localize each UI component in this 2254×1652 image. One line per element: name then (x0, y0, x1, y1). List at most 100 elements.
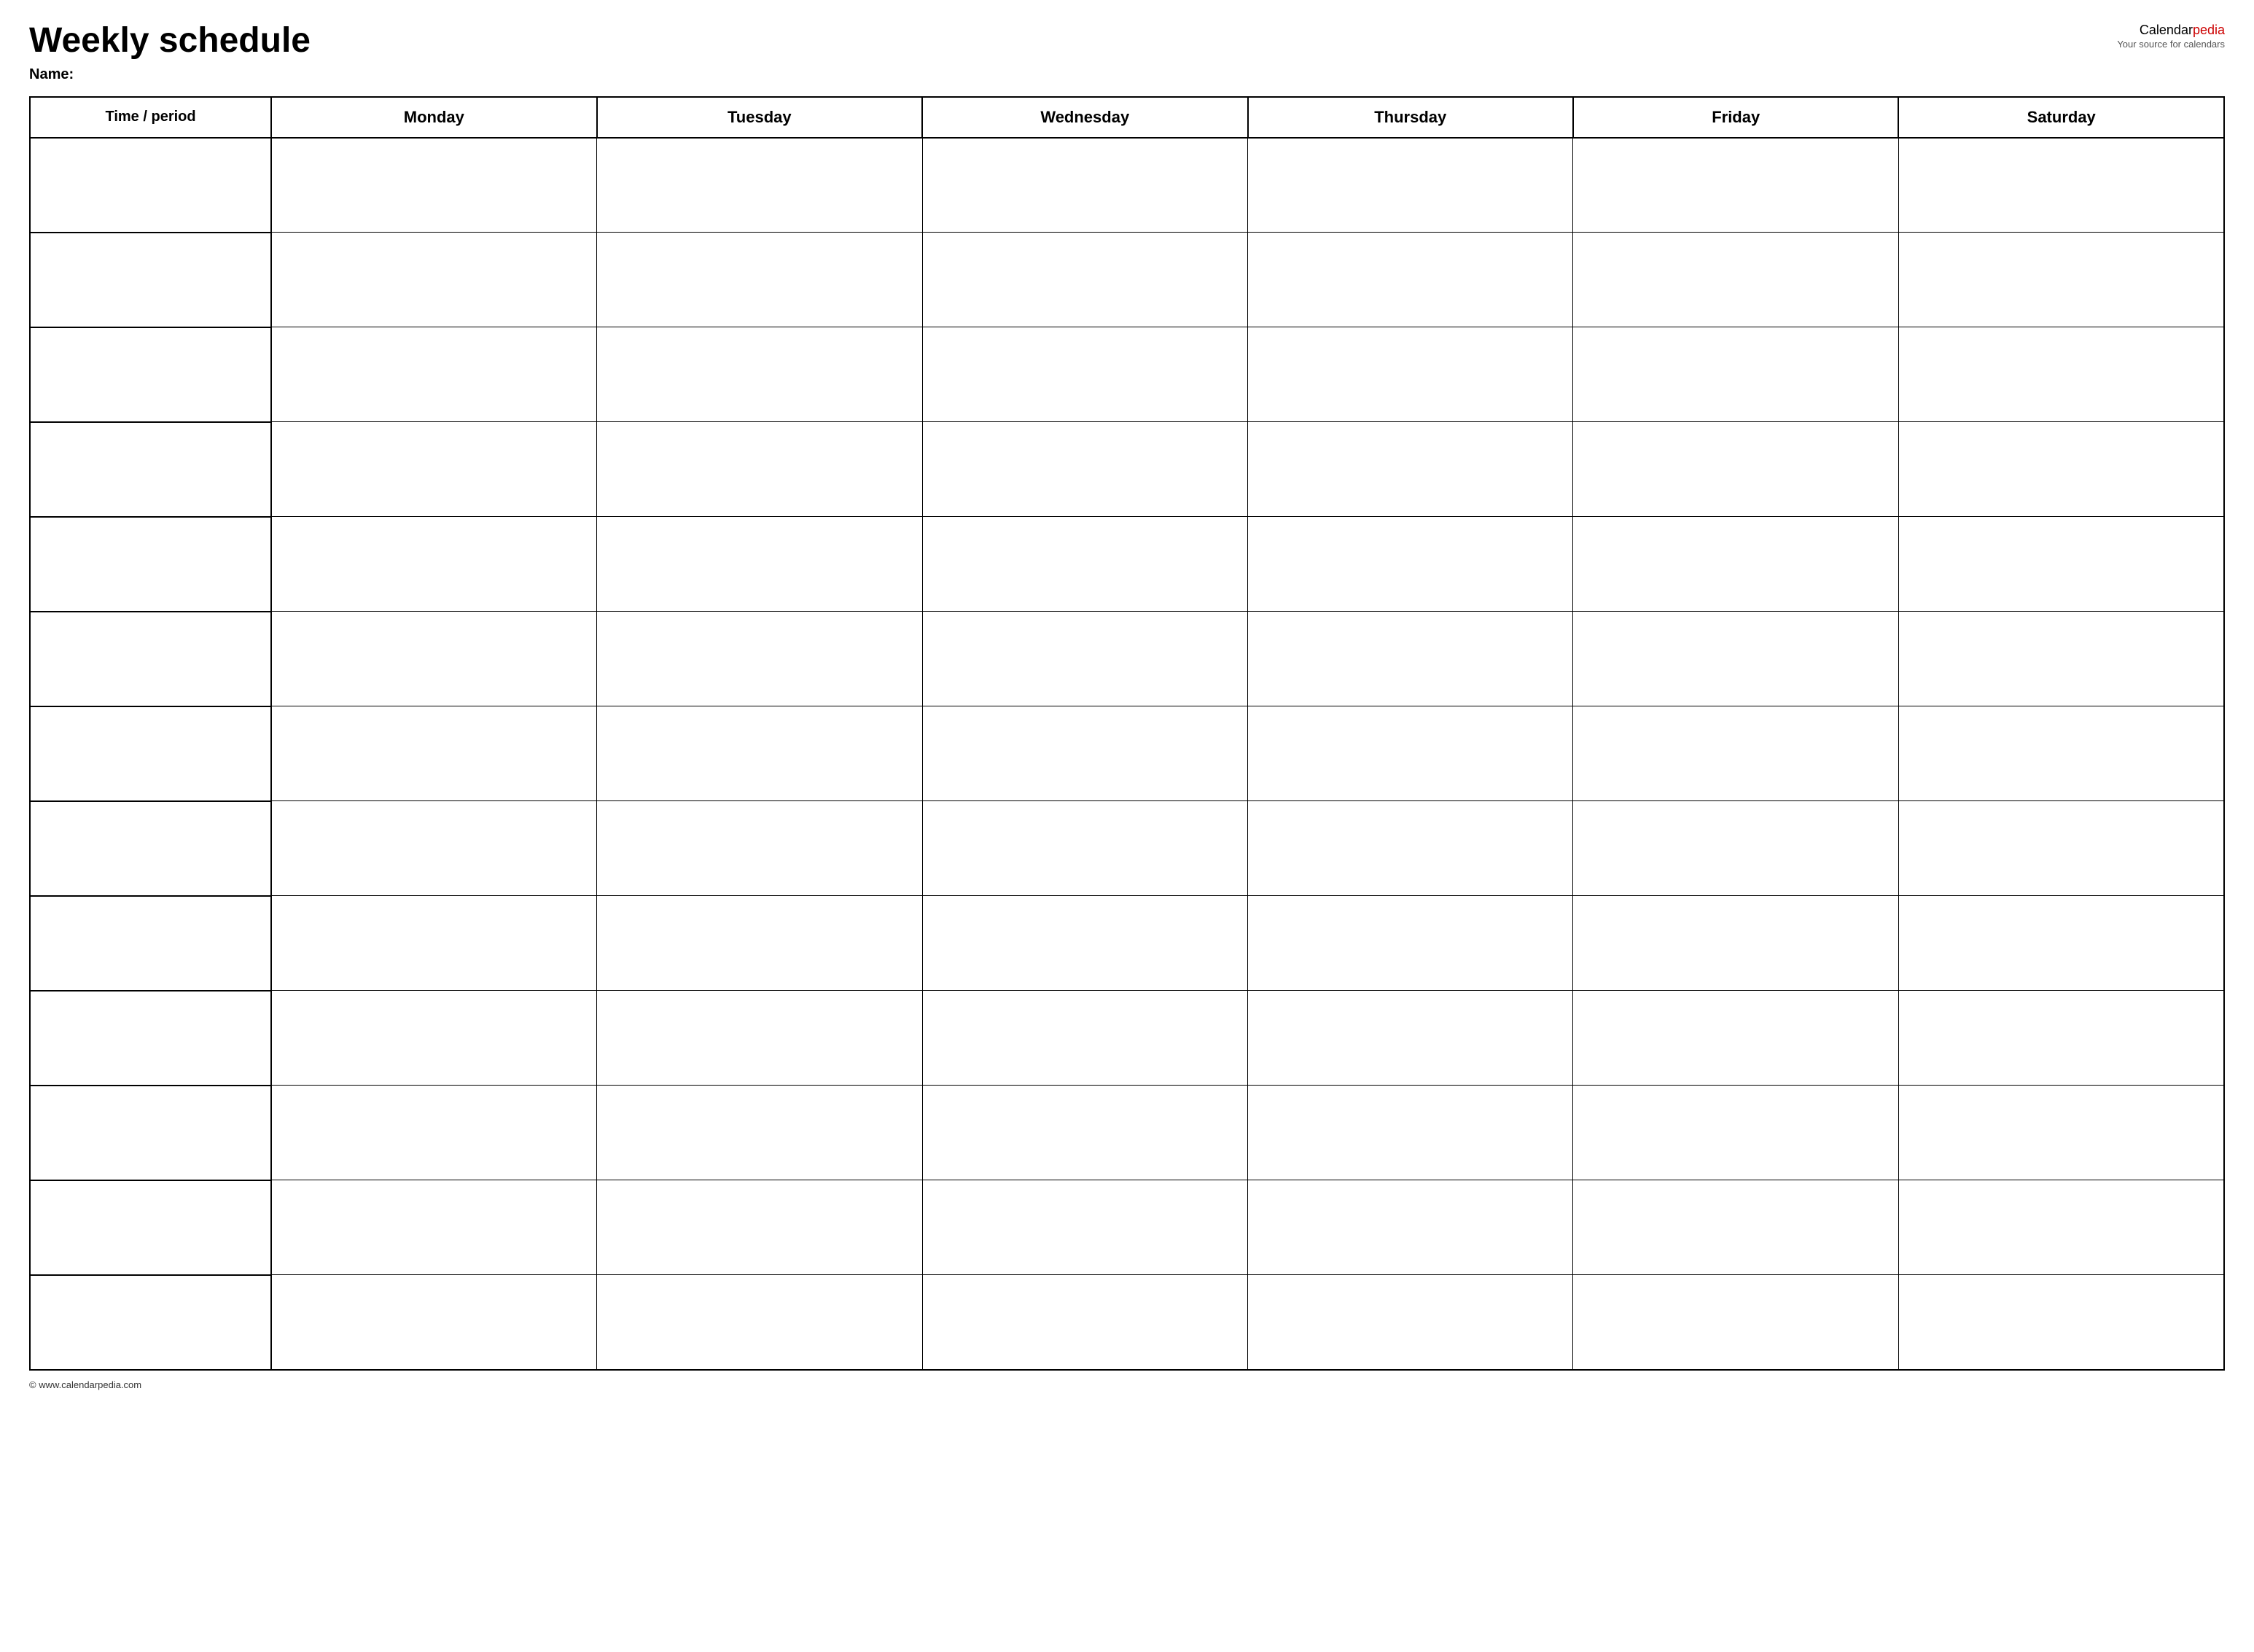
day-cell[interactable] (922, 1180, 1247, 1275)
day-cell[interactable] (597, 896, 922, 991)
table-row (30, 517, 2224, 612)
day-cell[interactable] (1248, 517, 1573, 612)
day-cell[interactable] (1573, 138, 1898, 233)
day-cell[interactable] (1248, 991, 1573, 1086)
table-row (30, 706, 2224, 801)
day-cell[interactable] (1898, 233, 2224, 327)
schedule-body (30, 138, 2224, 1370)
day-cell[interactable] (271, 1180, 596, 1275)
time-cell[interactable] (30, 1086, 271, 1180)
day-cell[interactable] (271, 327, 596, 422)
day-cell[interactable] (1573, 233, 1898, 327)
day-cell[interactable] (597, 1180, 922, 1275)
day-cell[interactable] (597, 327, 922, 422)
time-cell[interactable] (30, 138, 271, 233)
day-cell[interactable] (271, 517, 596, 612)
day-cell[interactable] (1573, 991, 1898, 1086)
col-header-time: Time / period (30, 97, 271, 138)
day-cell[interactable] (271, 1275, 596, 1370)
page-title: Weekly schedule (29, 22, 311, 61)
day-cell[interactable] (1248, 233, 1573, 327)
time-cell[interactable] (30, 233, 271, 327)
day-cell[interactable] (1573, 612, 1898, 706)
day-cell[interactable] (271, 991, 596, 1086)
day-cell[interactable] (922, 517, 1247, 612)
day-cell[interactable] (1248, 801, 1573, 896)
day-cell[interactable] (1573, 896, 1898, 991)
time-cell[interactable] (30, 991, 271, 1086)
day-cell[interactable] (271, 612, 596, 706)
day-cell[interactable] (597, 233, 922, 327)
day-cell[interactable] (271, 706, 596, 801)
col-header-tuesday: Tuesday (597, 97, 922, 138)
day-cell[interactable] (1248, 706, 1573, 801)
day-cell[interactable] (271, 422, 596, 517)
day-cell[interactable] (1898, 422, 2224, 517)
day-cell[interactable] (271, 138, 596, 233)
day-cell[interactable] (922, 138, 1247, 233)
day-cell[interactable] (1248, 1086, 1573, 1180)
day-cell[interactable] (1898, 706, 2224, 801)
day-cell[interactable] (597, 517, 922, 612)
day-cell[interactable] (1573, 801, 1898, 896)
time-cell[interactable] (30, 1180, 271, 1275)
day-cell[interactable] (1898, 1275, 2224, 1370)
day-cell[interactable] (597, 706, 922, 801)
day-cell[interactable] (922, 612, 1247, 706)
day-cell[interactable] (597, 1275, 922, 1370)
day-cell[interactable] (1248, 1180, 1573, 1275)
time-cell[interactable] (30, 612, 271, 706)
day-cell[interactable] (922, 1275, 1247, 1370)
day-cell[interactable] (1573, 422, 1898, 517)
day-cell[interactable] (1898, 517, 2224, 612)
day-cell[interactable] (922, 801, 1247, 896)
day-cell[interactable] (597, 422, 922, 517)
day-cell[interactable] (1573, 1275, 1898, 1370)
col-header-thursday: Thursday (1248, 97, 1573, 138)
day-cell[interactable] (1898, 612, 2224, 706)
day-cell[interactable] (1898, 991, 2224, 1086)
day-cell[interactable] (1248, 138, 1573, 233)
day-cell[interactable] (1898, 138, 2224, 233)
day-cell[interactable] (1898, 1180, 2224, 1275)
day-cell[interactable] (922, 991, 1247, 1086)
time-cell[interactable] (30, 706, 271, 801)
day-cell[interactable] (271, 801, 596, 896)
day-cell[interactable] (922, 1086, 1247, 1180)
day-cell[interactable] (1248, 422, 1573, 517)
day-cell[interactable] (922, 896, 1247, 991)
day-cell[interactable] (1573, 706, 1898, 801)
time-cell[interactable] (30, 327, 271, 422)
day-cell[interactable] (1898, 801, 2224, 896)
day-cell[interactable] (1573, 517, 1898, 612)
day-cell[interactable] (922, 233, 1247, 327)
table-row (30, 1180, 2224, 1275)
day-cell[interactable] (271, 233, 596, 327)
day-cell[interactable] (1573, 1180, 1898, 1275)
table-row (30, 138, 2224, 233)
day-cell[interactable] (922, 327, 1247, 422)
day-cell[interactable] (597, 612, 922, 706)
day-cell[interactable] (1898, 1086, 2224, 1180)
time-cell[interactable] (30, 517, 271, 612)
time-cell[interactable] (30, 801, 271, 896)
day-cell[interactable] (1573, 1086, 1898, 1180)
day-cell[interactable] (597, 801, 922, 896)
day-cell[interactable] (1898, 896, 2224, 991)
day-cell[interactable] (597, 991, 922, 1086)
day-cell[interactable] (1898, 327, 2224, 422)
day-cell[interactable] (1248, 327, 1573, 422)
day-cell[interactable] (922, 706, 1247, 801)
day-cell[interactable] (1573, 327, 1898, 422)
day-cell[interactable] (922, 422, 1247, 517)
day-cell[interactable] (271, 1086, 596, 1180)
day-cell[interactable] (1248, 896, 1573, 991)
day-cell[interactable] (597, 1086, 922, 1180)
day-cell[interactable] (271, 896, 596, 991)
day-cell[interactable] (597, 138, 922, 233)
day-cell[interactable] (1248, 612, 1573, 706)
time-cell[interactable] (30, 896, 271, 991)
day-cell[interactable] (1248, 1275, 1573, 1370)
time-cell[interactable] (30, 1275, 271, 1370)
time-cell[interactable] (30, 422, 271, 517)
